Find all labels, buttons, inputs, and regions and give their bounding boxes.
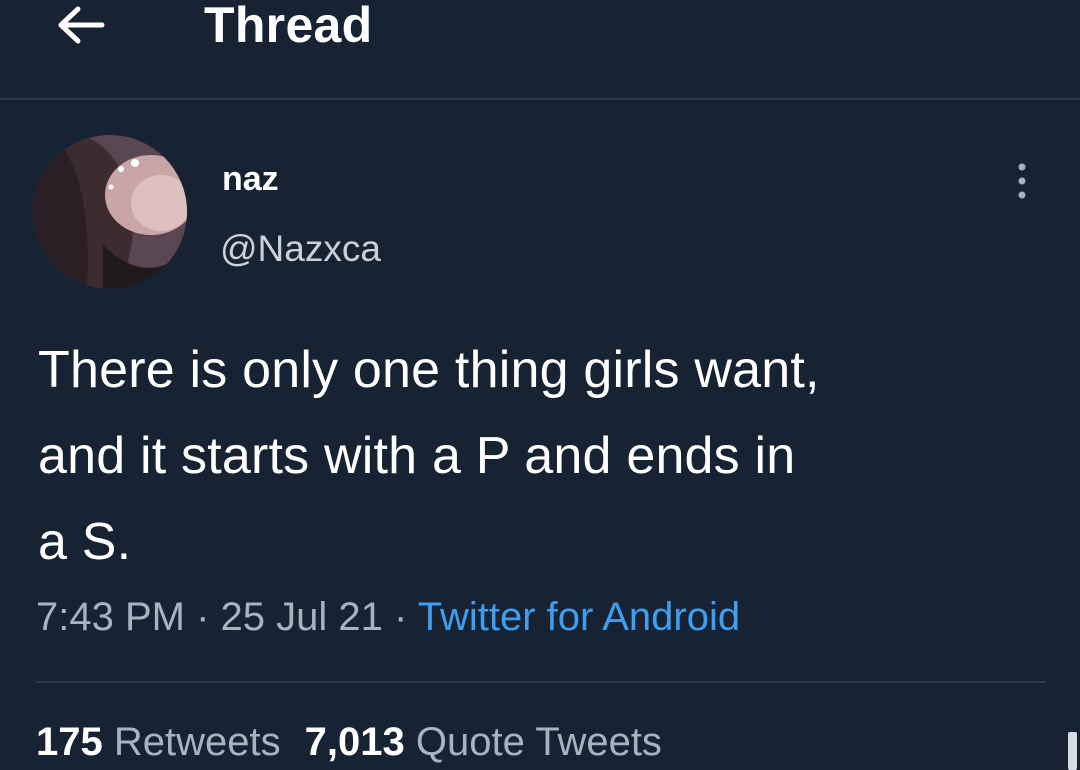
retweets-count: 175 <box>36 720 103 764</box>
tweet-stats: 175 Retweets 7,013 Quote Tweets <box>36 717 662 767</box>
back-button[interactable] <box>50 0 110 52</box>
more-vertical-icon <box>1018 163 1026 199</box>
tweet-text-line: and it starts with a P and ends in <box>38 427 796 485</box>
quote-tweets-label: Quote Tweets <box>415 720 662 764</box>
divider <box>36 681 1046 683</box>
separator: · <box>394 595 408 639</box>
tweet-source-link[interactable]: Twitter for Android <box>418 595 740 639</box>
author-name[interactable]: naz <box>222 158 279 200</box>
arrow-left-icon <box>58 6 105 44</box>
quote-tweets-stat[interactable]: 7,013 Quote Tweets <box>305 720 662 764</box>
tweet-time: 7:43 PM <box>36 595 185 639</box>
separator: · <box>196 595 210 639</box>
tweet-text: There is only one thing girls want, and … <box>38 327 1048 585</box>
author-handle[interactable]: @Nazxca <box>220 227 381 271</box>
more-options-button[interactable] <box>1006 160 1038 202</box>
avatar[interactable] <box>33 135 187 289</box>
top-bar: Thread <box>0 0 1080 100</box>
tweet-date: 25 Jul 21 <box>220 595 383 639</box>
tweet-text-line: a S. <box>38 513 132 571</box>
tweet-metadata: 7:43 PM · 25 Jul 21 · Twitter for Androi… <box>36 592 740 642</box>
scrollbar-thumb[interactable] <box>1068 732 1077 770</box>
retweets-stat[interactable]: 175 Retweets <box>36 720 281 764</box>
retweets-label: Retweets <box>113 720 281 764</box>
page-title: Thread <box>204 0 373 53</box>
tweet-text-line: There is only one thing girls want, <box>38 341 820 399</box>
quote-tweets-count: 7,013 <box>304 720 405 764</box>
